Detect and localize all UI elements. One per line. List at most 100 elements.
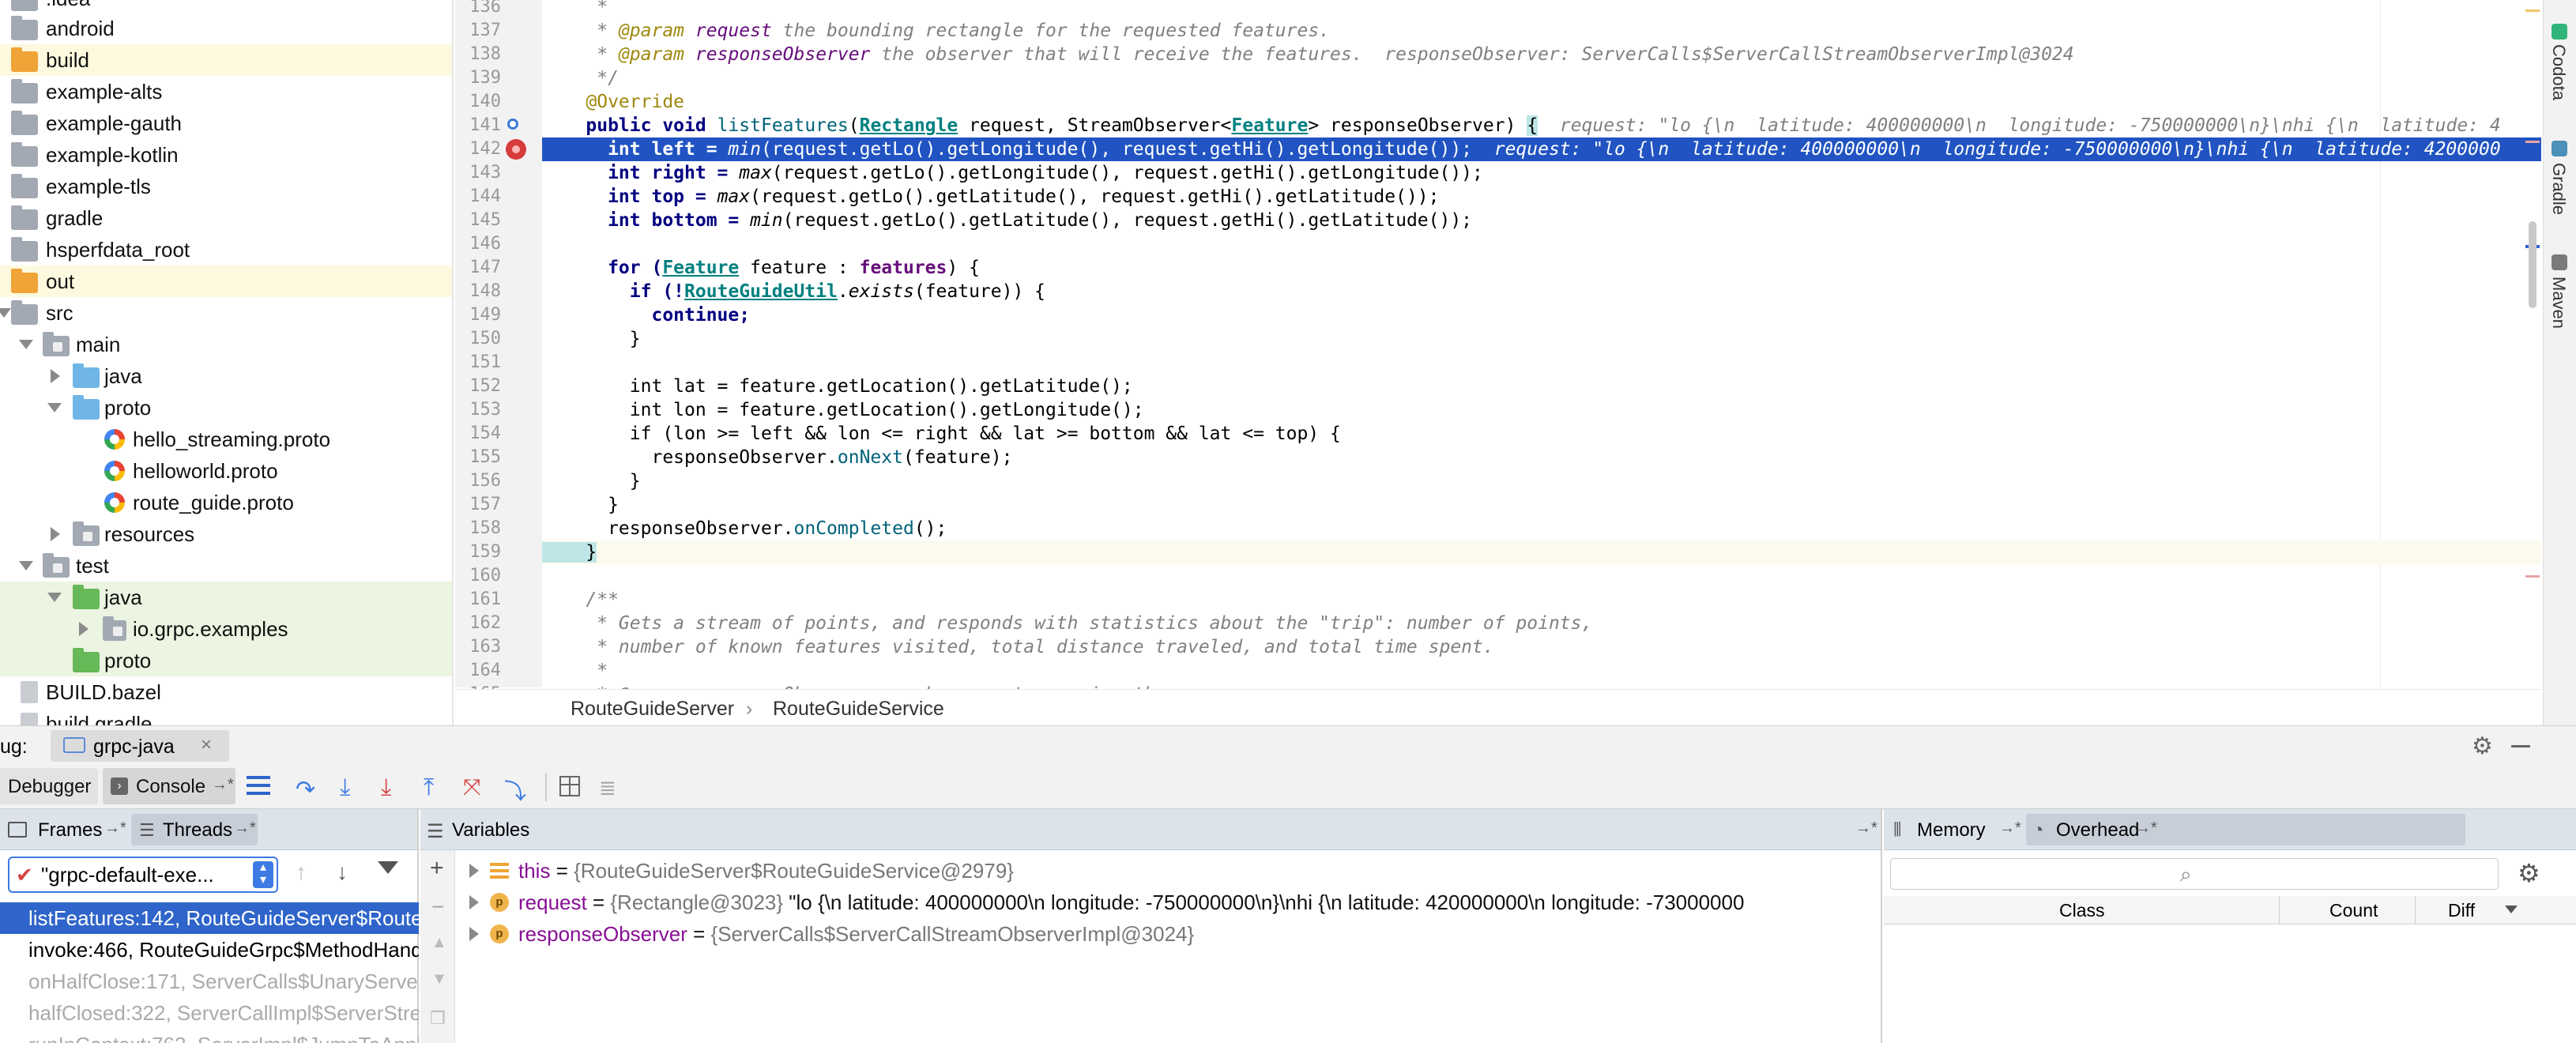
tree-item-main-proto[interactable]: proto bbox=[0, 392, 452, 424]
tree-item-out[interactable]: out bbox=[0, 265, 452, 297]
code-line[interactable]: @Override bbox=[542, 90, 2541, 114]
show-execution-point-icon[interactable] bbox=[247, 776, 270, 796]
gradle-tab[interactable]: Gradle bbox=[2548, 163, 2569, 215]
tree-item-build-bazel[interactable]: BUILD.bazel bbox=[0, 676, 452, 708]
tree-item-example-tls[interactable]: example-tls bbox=[0, 171, 452, 202]
gradle-icon[interactable] bbox=[2552, 141, 2567, 156]
tab-debugger-label[interactable]: Debugger bbox=[8, 776, 91, 798]
tree-item-hello-streaming-proto[interactable]: hello_streaming.proto bbox=[0, 424, 452, 455]
code-line[interactable]: * Gets a stream of points, and responds … bbox=[542, 612, 2541, 635]
chevron-down-icon[interactable] bbox=[47, 403, 62, 412]
tree-item-test-java[interactable]: java bbox=[0, 582, 452, 613]
code-line[interactable]: /** bbox=[542, 588, 2541, 612]
tree-item-main[interactable]: main bbox=[0, 329, 452, 360]
chevron-right-icon[interactable] bbox=[51, 369, 60, 383]
trace-icon[interactable]: ≣ bbox=[599, 776, 616, 800]
column-class[interactable]: Class bbox=[2059, 900, 2105, 921]
gear-icon[interactable]: ⚙ bbox=[2472, 732, 2493, 760]
gear-icon[interactable]: ⚙ bbox=[2518, 858, 2540, 888]
sort-desc-icon[interactable] bbox=[2505, 906, 2518, 913]
tree-item-build-gradle[interactable]: build.gradle bbox=[0, 708, 452, 725]
code-line[interactable]: * number of known features visited, tota… bbox=[542, 635, 2541, 659]
code-line[interactable]: } bbox=[542, 469, 2541, 493]
code-line[interactable]: int top = max(request.getLo().getLatitud… bbox=[542, 185, 2541, 209]
code-line[interactable]: int right = max(request.getLo().getLongi… bbox=[542, 161, 2541, 185]
breakpoint-mark[interactable] bbox=[2525, 141, 2540, 143]
tree-item-test[interactable]: test bbox=[0, 550, 452, 582]
frame-row[interactable]: onHalfClose:171, ServerCalls$UnaryServer… bbox=[0, 966, 419, 997]
frame-row[interactable]: invoke:466, RouteGuideGrpc$MethodHandler… bbox=[0, 934, 419, 966]
breadcrumb-item[interactable]: RouteGuideServer bbox=[571, 698, 734, 721]
chevron-down-icon[interactable] bbox=[0, 308, 11, 318]
arrow-down-icon[interactable]: ↓ bbox=[337, 860, 348, 885]
add-watch-icon[interactable]: + bbox=[430, 855, 444, 882]
run-to-cursor-icon[interactable]: ⤵ bbox=[504, 774, 526, 806]
chevron-right-icon[interactable] bbox=[469, 864, 479, 878]
code-line[interactable]: public void listFeatures(Rectangle reque… bbox=[542, 114, 2541, 137]
tree-item-gradle[interactable]: gradle bbox=[0, 202, 452, 234]
step-over-icon[interactable]: ↷ bbox=[296, 776, 315, 804]
variable-row-response-observer[interactable]: p responseObserver = {ServerCalls$Server… bbox=[460, 918, 1882, 950]
overhead-tab[interactable]: Overhead bbox=[2056, 819, 2139, 842]
frame-row[interactable]: runInContext:762, ServerImpl$JumpToAppli… bbox=[0, 1029, 419, 1043]
caret-line[interactable]: } bbox=[542, 540, 2541, 564]
code-line[interactable]: responseObserver.onNext(feature); bbox=[542, 446, 2541, 469]
execution-point-line[interactable]: int left = min(request.getLo().getLongit… bbox=[542, 137, 2541, 161]
tree-item-route-guide-proto[interactable]: route_guide.proto bbox=[0, 487, 452, 518]
tree-item-test-proto[interactable]: proto bbox=[0, 645, 452, 676]
remove-watch-icon[interactable]: − bbox=[431, 894, 444, 920]
step-into-icon[interactable]: ⤓ bbox=[340, 774, 350, 801]
code-line[interactable]: continue; bbox=[542, 303, 2541, 327]
code-line[interactable]: */ bbox=[542, 66, 2541, 90]
step-out-icon[interactable]: ⤒ bbox=[424, 774, 434, 801]
chevron-down-icon[interactable] bbox=[47, 593, 62, 602]
code-line[interactable]: for (Feature feature : features) { bbox=[542, 256, 2541, 280]
error-stripe[interactable] bbox=[2522, 0, 2541, 687]
thread-selector[interactable]: ✔ "grpc-default-exe... ▴ ▾ bbox=[8, 857, 278, 893]
code-line[interactable]: * bbox=[542, 0, 2541, 19]
chevron-right-icon[interactable] bbox=[469, 895, 479, 909]
evaluate-expression-icon[interactable] bbox=[559, 776, 580, 796]
maven-tab[interactable]: Maven bbox=[2548, 277, 2569, 329]
tab-console-label[interactable]: Console bbox=[136, 776, 205, 798]
breakpoint-icon[interactable] bbox=[506, 139, 526, 160]
code-editor[interactable]: 136 137 138 139 140 141 142 143 144 145 … bbox=[455, 0, 2541, 725]
chevron-right-icon[interactable] bbox=[51, 527, 60, 541]
warning-mark[interactable] bbox=[2525, 9, 2540, 12]
codota-icon[interactable] bbox=[2552, 24, 2567, 40]
implements-method-icon[interactable] bbox=[507, 119, 518, 130]
variable-row-request[interactable]: p request = {Rectangle@3023} "lo {\n lat… bbox=[460, 887, 1882, 918]
force-step-into-icon[interactable]: ⤓ bbox=[381, 774, 391, 801]
scrollbar-thumb[interactable] bbox=[2529, 221, 2536, 308]
codota-tab[interactable]: Codota bbox=[2548, 44, 2569, 100]
move-up-icon[interactable]: ▲ bbox=[431, 934, 447, 952]
tree-item-src[interactable]: src bbox=[0, 297, 452, 329]
filter-icon[interactable] bbox=[378, 861, 398, 874]
frame-row[interactable]: halfClosed:322, ServerCallImpl$ServerStr… bbox=[0, 997, 419, 1029]
code-line[interactable]: if (!RouteGuideUtil.exists(feature)) { bbox=[542, 280, 2541, 303]
tree-item-example-alts[interactable]: example-alts bbox=[0, 76, 452, 107]
threads-tab[interactable]: Threads bbox=[163, 819, 232, 842]
info-mark[interactable] bbox=[2525, 575, 2540, 578]
code-line[interactable]: int lat = feature.getLocation().getLatit… bbox=[542, 375, 2541, 398]
code-line[interactable]: * bbox=[542, 659, 2541, 683]
code-line[interactable]: if (lon >= left && lon <= right && lat >… bbox=[542, 422, 2541, 446]
chevron-right-icon[interactable] bbox=[79, 622, 89, 636]
variable-row-this[interactable]: this = {RouteGuideServer$RouteGuideServi… bbox=[460, 855, 1882, 887]
code-line[interactable]: } bbox=[542, 493, 2541, 517]
chevron-down-icon[interactable] bbox=[19, 340, 33, 349]
tree-item-android[interactable]: android bbox=[0, 13, 452, 44]
column-count[interactable]: Count bbox=[2329, 900, 2378, 921]
tree-item-main-java[interactable]: java bbox=[0, 360, 452, 392]
move-down-icon[interactable]: ▼ bbox=[431, 970, 447, 988]
code-line[interactable]: int bottom = min(request.getLo().getLati… bbox=[542, 209, 2541, 232]
chevron-updown-icon[interactable]: ▴ ▾ bbox=[253, 861, 273, 888]
tree-item-hsperfdata-root[interactable]: hsperfdata_root bbox=[0, 234, 452, 265]
tree-item-resources[interactable]: resources bbox=[0, 518, 452, 550]
drop-frame-icon[interactable]: ⤧ bbox=[463, 774, 480, 800]
class-search-input[interactable]: ⌕ bbox=[1890, 858, 2499, 890]
tree-item-build[interactable]: build bbox=[0, 44, 452, 76]
code-line[interactable]: * @param request the bounding rectangle … bbox=[542, 19, 2541, 43]
tree-item-example-gauth[interactable]: example-gauth bbox=[0, 107, 452, 139]
column-diff[interactable]: Diff bbox=[2448, 900, 2475, 921]
